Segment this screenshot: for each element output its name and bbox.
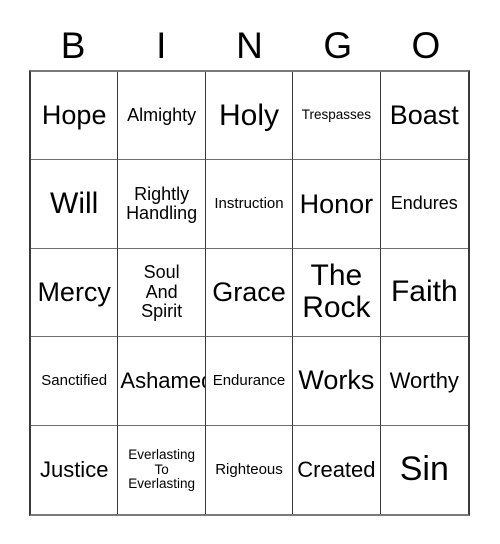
- bingo-cell-label: Honor: [299, 188, 374, 219]
- bingo-cell-label: Sin: [399, 450, 449, 489]
- bingo-cell[interactable]: Endurance: [205, 337, 294, 426]
- bingo-cell[interactable]: Sin: [380, 425, 468, 514]
- bingo-cell-label: Endurance: [212, 371, 286, 389]
- bingo-cell-label: Sanctified: [41, 371, 108, 389]
- bingo-cell-label: Righteous: [215, 460, 283, 478]
- bingo-cell-label: Soul And Spirit: [141, 262, 183, 322]
- bingo-cell[interactable]: Mercy: [31, 248, 119, 338]
- bingo-cell[interactable]: Everlasting To Everlasting: [118, 425, 206, 514]
- bingo-cell-label: Grace: [212, 276, 286, 307]
- bingo-cell[interactable]: Endures: [380, 160, 468, 249]
- bingo-cell[interactable]: Worthy: [380, 337, 468, 426]
- bingo-cell[interactable]: The Rock: [293, 248, 381, 338]
- bingo-cell-label: Faith: [390, 275, 458, 309]
- bingo-cell[interactable]: Trespasses: [293, 72, 381, 161]
- bingo-header-letter-label: I: [156, 24, 167, 66]
- bingo-cell-label: Hope: [41, 100, 107, 131]
- bingo-header-letter-g: G: [294, 20, 382, 70]
- bingo-cell[interactable]: Sanctified: [31, 337, 119, 426]
- bingo-cell-label: Holy: [218, 98, 279, 132]
- bingo-cell[interactable]: Instruction: [205, 160, 294, 249]
- bingo-cell-label: Works: [298, 365, 375, 396]
- bingo-cell[interactable]: Holy: [205, 72, 294, 161]
- bingo-cell[interactable]: Will: [31, 160, 119, 249]
- bingo-cell-label: Mercy: [37, 276, 111, 307]
- bingo-cell[interactable]: Boast: [380, 72, 468, 161]
- bingo-header-letter-i: I: [117, 20, 205, 70]
- bingo-grid: Hope Almighty Holy Trespasses Boast Will…: [29, 70, 470, 516]
- bingo-cell-label: Endures: [390, 193, 458, 214]
- bingo-cell-label: Almighty: [127, 104, 197, 125]
- bingo-header-letter-o: O: [382, 20, 470, 70]
- bingo-cell-label: Trespasses: [301, 107, 372, 123]
- bingo-cell-label: Justice: [39, 456, 109, 482]
- bingo-cell[interactable]: Honor: [293, 160, 381, 249]
- bingo-cell[interactable]: Faith: [380, 248, 468, 338]
- bingo-cell[interactable]: Justice: [31, 425, 119, 514]
- bingo-header-letter-label: B: [60, 24, 86, 66]
- bingo-cell[interactable]: Hope: [31, 72, 119, 161]
- bingo-header-row: B I N G O: [29, 20, 470, 70]
- bingo-cell[interactable]: Grace: [205, 248, 294, 338]
- bingo-header-letter-label: G: [323, 24, 353, 66]
- bingo-cell[interactable]: Works: [293, 337, 381, 426]
- bingo-cell-label: Created: [297, 456, 376, 482]
- bingo-header-letter-label: O: [411, 24, 441, 66]
- bingo-cell[interactable]: Almighty: [118, 72, 206, 161]
- bingo-cell[interactable]: Soul And Spirit: [118, 248, 206, 338]
- bingo-cell[interactable]: Rightly Handling: [118, 160, 206, 249]
- bingo-cell-label: Boast: [389, 100, 459, 131]
- bingo-cell-label: The Rock: [302, 259, 371, 325]
- bingo-cell[interactable]: Ashamed: [118, 337, 206, 426]
- bingo-card: B I N G O Hope Almighty Holy Trespasses …: [0, 0, 500, 544]
- bingo-cell-label: Worthy: [389, 368, 459, 394]
- bingo-cell-label: Everlasting To Everlasting: [128, 446, 195, 492]
- bingo-cell-label: Rightly Handling: [126, 183, 198, 224]
- bingo-cell-label: Instruction: [214, 195, 284, 212]
- bingo-cell[interactable]: Righteous: [205, 425, 294, 514]
- bingo-cell-label: Will: [50, 186, 99, 220]
- bingo-header-letter-n: N: [205, 20, 293, 70]
- bingo-cell-label: Ashamed: [120, 368, 206, 394]
- bingo-header-letter-label: N: [236, 24, 263, 66]
- bingo-header-letter-b: B: [29, 20, 117, 70]
- bingo-cell[interactable]: Created: [293, 425, 381, 514]
